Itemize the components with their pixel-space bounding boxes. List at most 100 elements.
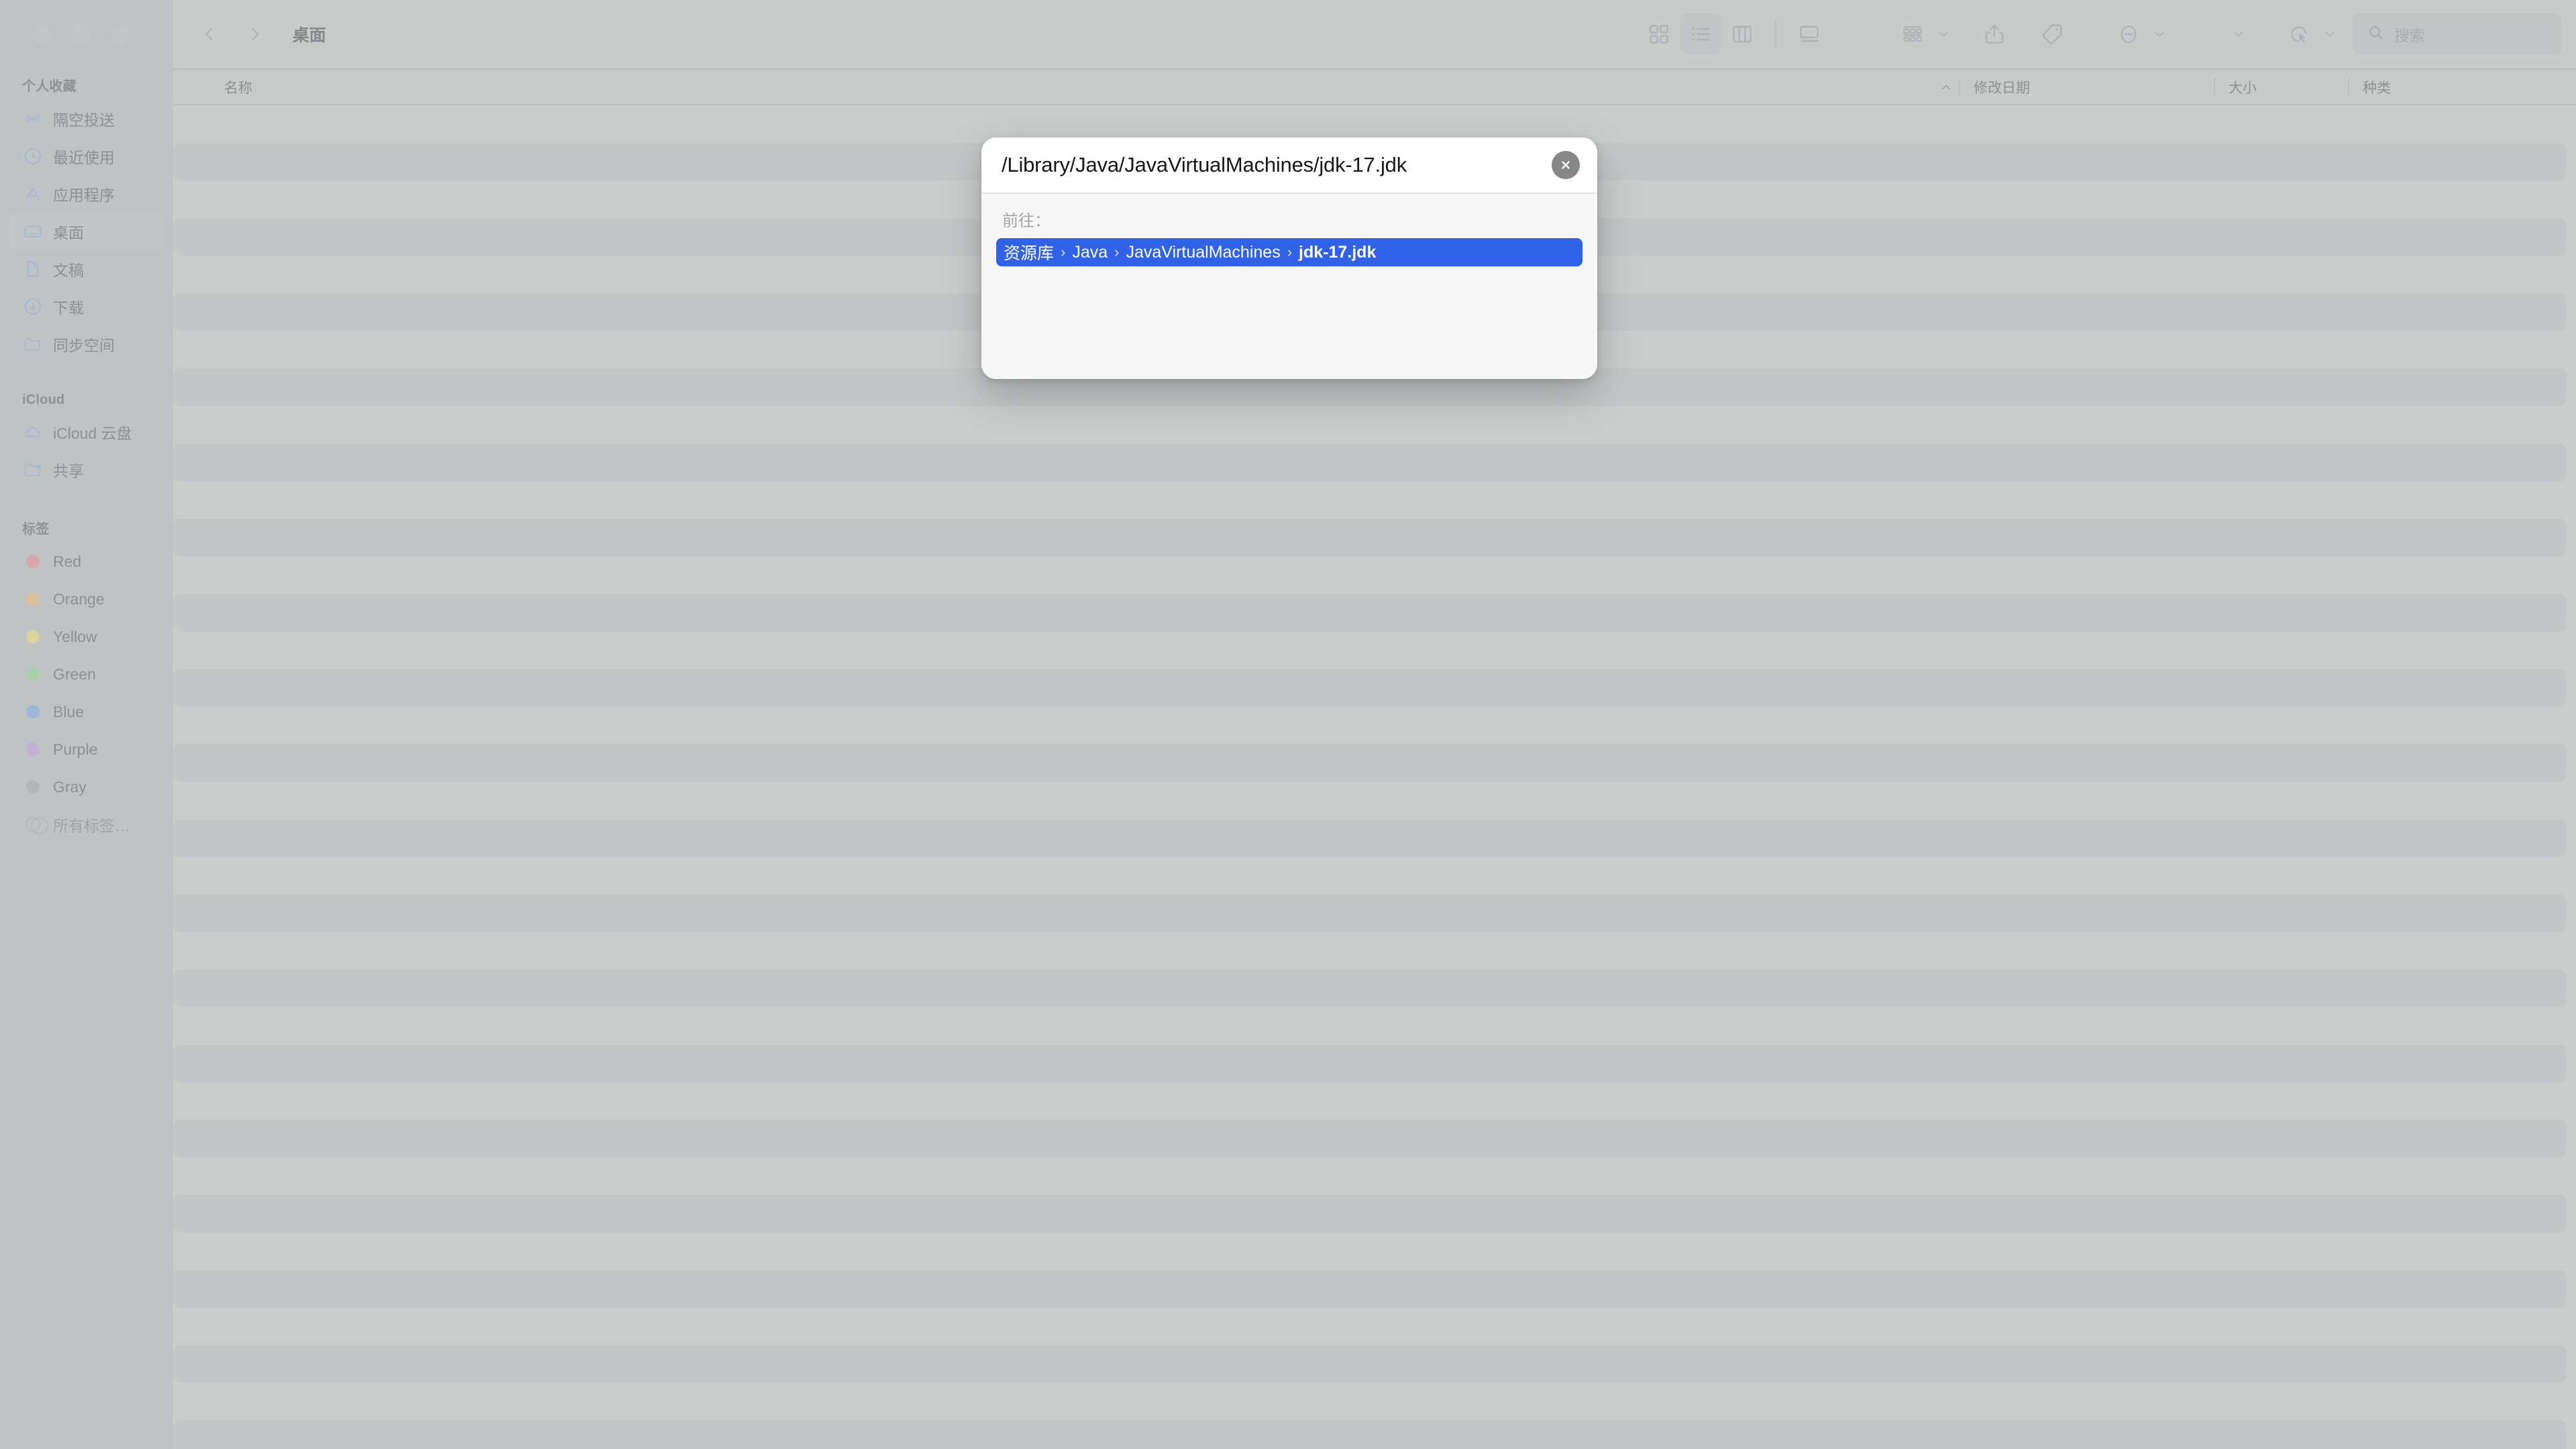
table-row[interactable]	[173, 1232, 2576, 1270]
sidebar-item-airdrop[interactable]: 隔空投送	[9, 100, 164, 138]
more-button[interactable]	[2108, 13, 2149, 55]
folder-icon	[22, 333, 44, 355]
back-button[interactable]	[191, 15, 228, 53]
close-circle-icon[interactable]	[1552, 151, 1580, 179]
close-button[interactable]	[32, 24, 52, 44]
table-row[interactable]	[173, 1345, 2567, 1383]
sidebar-item-downloads[interactable]: 下载	[9, 288, 164, 325]
sidebar-item-all-tags[interactable]: 所有标签…	[9, 806, 164, 843]
chevron-up-icon[interactable]	[1933, 80, 1959, 94]
breadcrumb-segment: 资源库	[1004, 244, 1055, 263]
table-row[interactable]	[173, 857, 2576, 894]
sidebar-item-tag-purple[interactable]: Purple	[9, 731, 164, 768]
all-tags-icon	[22, 814, 48, 835]
table-row[interactable]	[173, 932, 2576, 969]
sidebar-item-label: Green	[53, 665, 96, 683]
column-header-kind[interactable]: 种类	[2348, 70, 2576, 104]
breadcrumb-segment: jdk-17.jdk	[1299, 242, 1377, 262]
breadcrumb-segment: JavaVirtualMachines	[1126, 242, 1281, 262]
table-row[interactable]	[173, 1044, 2567, 1082]
navigation-buttons	[173, 15, 274, 53]
column-header-size[interactable]: 大小	[2214, 70, 2348, 104]
table-row[interactable]	[173, 594, 2567, 631]
table-row[interactable]	[173, 481, 2576, 519]
sidebar-section-tags-title: 标签	[22, 522, 50, 537]
sidebar-item-shared[interactable]: 共享	[9, 451, 164, 488]
share-tag-controls	[1974, 13, 2073, 55]
column-header-date-modified[interactable]: 修改日期	[1959, 70, 2214, 104]
table-row[interactable]	[173, 706, 2576, 744]
path-input-value[interactable]: /Library/Java/JavaVirtualMachines/jdk-17…	[1002, 153, 1552, 177]
sidebar-item-label: Blue	[53, 702, 85, 720]
sidebar-item-tag-blue[interactable]: Blue	[9, 693, 164, 731]
sidebar-item-tag-orange[interactable]: Orange	[9, 580, 164, 618]
minimize-button[interactable]	[71, 24, 91, 44]
more-chevron-down-icon[interactable]	[2149, 13, 2169, 55]
extra-chevron-down-icon[interactable]	[2229, 13, 2249, 55]
sidebar-item-tag-green[interactable]: Green	[9, 655, 164, 693]
zoom-button[interactable]	[110, 24, 129, 44]
tag-dot-icon	[22, 701, 44, 722]
tag-dot-icon	[22, 776, 44, 798]
table-row[interactable]	[173, 1120, 2567, 1157]
forward-button[interactable]	[236, 15, 274, 53]
sidebar-item-label: Gray	[53, 777, 87, 796]
group-by-button[interactable]	[1892, 13, 1933, 55]
sidebar-section-favorites-title: 个人收藏	[22, 79, 76, 94]
sidebar-item-sync-space[interactable]: 同步空间	[9, 325, 164, 363]
toolbar: 桌面 搜索	[173, 0, 2576, 68]
gallery-view-button[interactable]	[1788, 13, 1830, 55]
sidebar-item-tag-gray[interactable]: Gray	[9, 768, 164, 806]
shared-folder-icon	[22, 459, 44, 480]
table-row[interactable]	[173, 1270, 2567, 1307]
sidebar-item-documents[interactable]: 文稿	[9, 250, 164, 288]
table-row[interactable]	[173, 1157, 2576, 1195]
search-icon	[2367, 23, 2385, 45]
action-chevron-down-icon[interactable]	[2320, 13, 2340, 55]
clock-icon	[22, 146, 44, 167]
table-row[interactable]	[173, 519, 2567, 556]
table-row[interactable]	[173, 406, 2576, 443]
file-list-column-header: 名称 修改日期 大小 种类	[173, 68, 2576, 105]
column-view-button[interactable]	[1721, 13, 1763, 55]
table-row[interactable]	[173, 1307, 2576, 1345]
applications-icon	[22, 183, 44, 205]
share-button[interactable]	[1974, 13, 2015, 55]
table-row[interactable]	[173, 744, 2567, 782]
table-row[interactable]	[173, 631, 2576, 669]
search-input[interactable]: 搜索	[2352, 13, 2561, 55]
icon-view-button[interactable]	[1638, 13, 1680, 55]
action-button[interactable]	[2278, 13, 2320, 55]
table-row[interactable]	[173, 969, 2567, 1007]
page-title: 桌面	[292, 26, 327, 45]
suggestion-row-selected[interactable]: 资源库 › Java › JavaVirtualMachines › jdk-1…	[996, 238, 1582, 266]
table-row[interactable]	[173, 1082, 2576, 1120]
sidebar-section-icloud-title: iCloud	[22, 392, 65, 407]
group-by-chevron-down-icon[interactable]	[1933, 13, 1953, 55]
table-row[interactable]	[173, 1383, 2576, 1420]
sidebar-item-icloud-drive[interactable]: iCloud 云盘	[9, 413, 164, 451]
table-row[interactable]	[173, 894, 2567, 932]
sidebar-item-desktop[interactable]: 桌面	[9, 213, 164, 250]
sidebar-item-label: Yellow	[53, 627, 97, 645]
table-row[interactable]	[173, 1420, 2567, 1449]
airdrop-icon	[22, 108, 44, 129]
list-view-button[interactable]	[1680, 13, 1721, 55]
table-row[interactable]	[173, 443, 2567, 481]
sidebar-item-tag-red[interactable]: Red	[9, 543, 164, 580]
table-row[interactable]	[173, 782, 2576, 819]
tag-button[interactable]	[2031, 13, 2073, 55]
tag-dot-icon	[22, 663, 44, 685]
sidebar-item-applications[interactable]: 应用程序	[9, 175, 164, 213]
table-row[interactable]	[173, 669, 2567, 706]
table-row[interactable]	[173, 556, 2576, 594]
sidebar-item-recents[interactable]: 最近使用	[9, 138, 164, 175]
table-row[interactable]	[173, 1195, 2567, 1232]
table-row[interactable]	[173, 1007, 2576, 1044]
go-to-folder-input-row[interactable]: /Library/Java/JavaVirtualMachines/jdk-17…	[981, 138, 1597, 194]
table-row[interactable]	[173, 819, 2567, 857]
column-header-name[interactable]: 名称	[173, 77, 1933, 97]
go-to-folder-suggestions: 前往： 资源库 › Java › JavaVirtualMachines › j…	[981, 194, 1597, 379]
sidebar-item-tag-yellow[interactable]: Yellow	[9, 618, 164, 655]
